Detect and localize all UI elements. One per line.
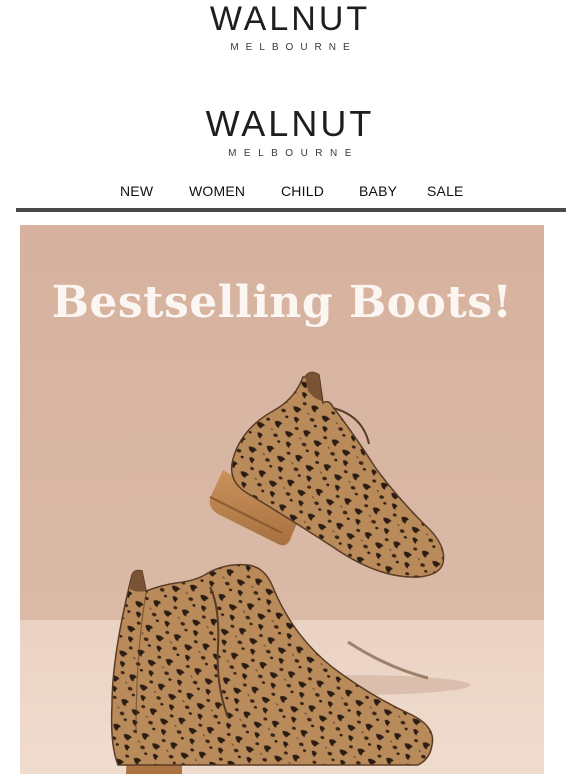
hero-banner[interactable]: Bestselling Boots! <box>20 225 544 774</box>
nav-item-women[interactable]: WOMEN <box>189 183 245 199</box>
nav-item-child[interactable]: CHILD <box>281 183 324 199</box>
nav-divider <box>16 208 566 212</box>
logo-subtitle: MELBOURNE <box>230 42 357 53</box>
logo-wordmark: WALNUT <box>205 103 375 144</box>
nav-item-new[interactable]: NEW <box>120 183 153 199</box>
nav-item-baby[interactable]: BABY <box>359 183 397 199</box>
header-logo-main[interactable]: WALNUT MELBOURNE <box>0 106 580 159</box>
logo-wordmark: WALNUT <box>209 0 371 38</box>
header-logo-top[interactable]: WALNUT MELBOURNE <box>0 2 580 53</box>
nav-item-sale[interactable]: SALE <box>427 183 464 199</box>
hero-title: Bestselling Boots! <box>51 277 513 328</box>
main-nav: NEW WOMEN CHILD BABY SALE <box>16 181 566 209</box>
logo-subtitle: MELBOURNE <box>228 148 359 159</box>
